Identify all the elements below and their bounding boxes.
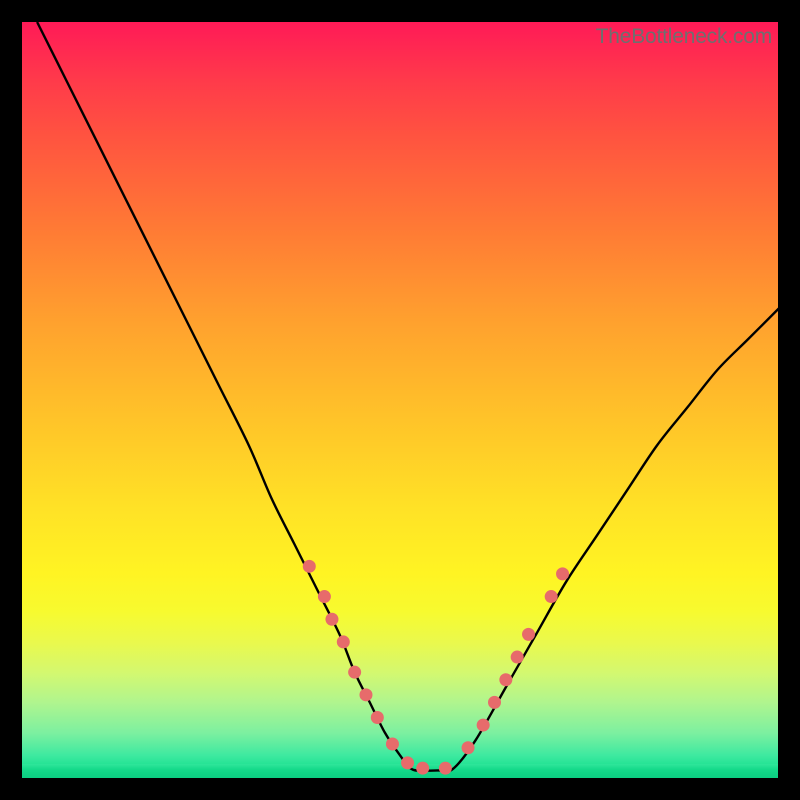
- watermark-text: TheBottleneck.com: [596, 25, 772, 49]
- bottleneck-curve: [37, 22, 780, 772]
- data-marker: [545, 590, 558, 603]
- data-marker: [325, 613, 338, 626]
- data-marker: [386, 737, 399, 750]
- chart-plot-area: TheBottleneck.com: [22, 22, 778, 778]
- data-marker: [488, 696, 501, 709]
- data-marker: [416, 762, 429, 775]
- data-marker: [522, 628, 535, 641]
- data-marker: [511, 651, 524, 664]
- chart-frame: TheBottleneck.com: [0, 0, 800, 800]
- data-marker: [359, 688, 372, 701]
- data-marker: [439, 762, 452, 775]
- data-marker: [477, 719, 490, 732]
- data-marker: [348, 666, 361, 679]
- data-marker: [499, 673, 512, 686]
- chart-svg: [22, 22, 778, 778]
- data-marker: [462, 741, 475, 754]
- data-marker: [556, 567, 569, 580]
- data-marker: [401, 756, 414, 769]
- data-marker: [337, 635, 350, 648]
- marker-group: [303, 560, 569, 775]
- data-marker: [318, 590, 331, 603]
- data-marker: [303, 560, 316, 573]
- curve-group: [37, 22, 780, 772]
- data-marker: [371, 711, 384, 724]
